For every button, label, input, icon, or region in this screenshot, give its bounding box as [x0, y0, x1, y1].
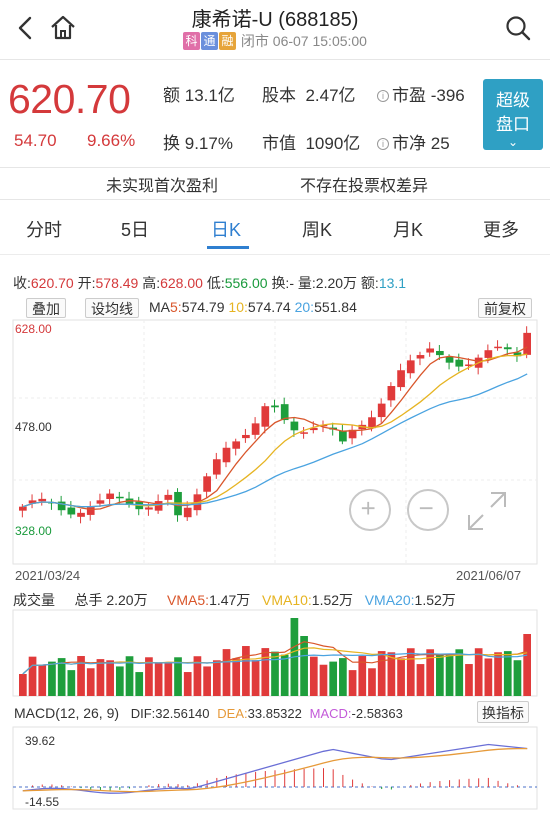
candle — [436, 350, 444, 356]
volume-bar — [416, 664, 425, 696]
volume-bar — [329, 661, 338, 696]
volume-bar — [96, 659, 105, 696]
volume-bar — [183, 672, 192, 696]
macd-axis-top: 39.62 — [25, 734, 56, 748]
candle — [203, 476, 211, 492]
candle — [387, 386, 396, 401]
expand-icon[interactable] — [465, 489, 509, 533]
volume-bar — [212, 660, 221, 696]
candle — [242, 434, 250, 439]
volume-bar — [445, 655, 454, 696]
volume-bar — [154, 663, 163, 696]
volume-bar — [436, 655, 444, 696]
volume-bar — [523, 634, 531, 696]
volume-bar — [397, 658, 405, 696]
candle — [19, 506, 27, 511]
volume-bar — [251, 660, 260, 696]
macd-group — [22, 743, 528, 794]
candle — [115, 496, 124, 499]
zoom-in-icon[interactable] — [349, 489, 391, 531]
volume-bar — [300, 636, 308, 696]
switch-indicator-button[interactable]: 换指标 — [477, 701, 529, 723]
candle — [503, 347, 512, 350]
volume-bar — [465, 664, 473, 696]
volume-bar — [474, 648, 483, 696]
macd-values: MACD(12, 26, 9) DIF:32.56140 DEA:33.8532… — [14, 705, 403, 721]
candle — [77, 512, 85, 517]
candle — [212, 459, 221, 475]
candle — [251, 423, 260, 435]
volume-bar — [503, 651, 512, 696]
volume-bar — [67, 670, 76, 696]
volume-bar — [426, 649, 435, 696]
macd-panel-frame — [12, 726, 538, 810]
volume-bar — [513, 660, 522, 696]
volume-bar — [28, 656, 37, 696]
volume-bar — [319, 664, 328, 696]
volume-bar — [115, 666, 124, 696]
volume-bar — [348, 670, 357, 696]
price-axis-mid: 478.00 — [15, 420, 52, 434]
candle — [416, 355, 425, 359]
kline-chart-area[interactable] — [0, 0, 550, 818]
candle — [445, 356, 454, 363]
candle — [154, 501, 163, 511]
volume-bar — [106, 660, 114, 696]
candle — [67, 507, 76, 515]
candle — [96, 500, 105, 504]
volume-bar — [48, 661, 56, 696]
volume-bar — [38, 664, 47, 696]
candle — [145, 507, 153, 510]
volume-bar — [309, 656, 318, 696]
macd-axis-bottom: -14.55 — [25, 795, 60, 809]
candle — [38, 498, 47, 502]
candle — [232, 441, 241, 449]
volume-bar — [86, 668, 95, 696]
candle — [106, 493, 114, 499]
candle — [494, 346, 502, 349]
candle — [377, 403, 386, 418]
date-start: 2021/03/24 — [15, 568, 81, 583]
volume-bar — [135, 672, 144, 696]
candle — [455, 359, 464, 367]
candle — [183, 507, 192, 518]
volume-bar — [164, 663, 173, 696]
volume-bar — [368, 668, 376, 696]
zoom-out-icon[interactable] — [407, 489, 449, 531]
volume-bar — [280, 654, 289, 696]
candle — [426, 348, 435, 353]
volume-bar — [484, 658, 493, 696]
chart-grid — [12, 319, 538, 810]
price-axis-bottom: 328.00 — [15, 524, 52, 538]
volume-bar — [203, 666, 211, 696]
volume-bar — [222, 649, 231, 696]
candle — [300, 432, 308, 434]
volume-bar — [455, 649, 464, 696]
candle — [339, 430, 347, 442]
candle — [290, 421, 299, 431]
candle — [406, 360, 415, 374]
volume-bar — [339, 658, 347, 696]
volume-bar — [242, 646, 250, 696]
volume-values: 成交量 总手 2.20万 VMA5:1.47万 VMA10:1.52万 VMA2… — [13, 592, 456, 608]
candle — [271, 405, 279, 408]
volume-bar — [377, 651, 386, 696]
volume-bar — [494, 652, 502, 696]
candle — [484, 350, 493, 358]
volume-bar — [232, 658, 241, 696]
volume-bar — [19, 674, 27, 696]
candle — [222, 447, 231, 463]
date-end: 2021/06/07 — [456, 568, 522, 583]
volume-bar — [261, 648, 270, 696]
candle — [523, 332, 531, 355]
volume-bar — [271, 651, 279, 696]
price-axis-top: 628.00 — [15, 322, 52, 336]
candle — [261, 406, 270, 427]
candle — [397, 370, 405, 388]
candle — [164, 494, 173, 500]
candle — [86, 506, 95, 515]
